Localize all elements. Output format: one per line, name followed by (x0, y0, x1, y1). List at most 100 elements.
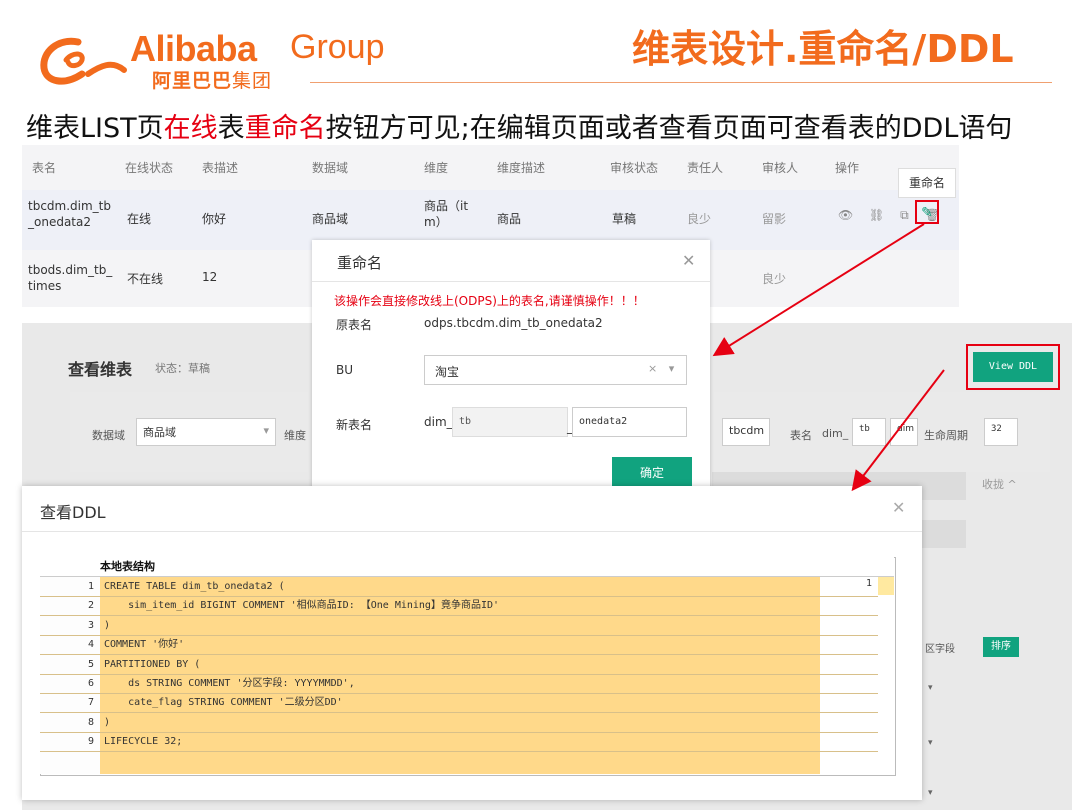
ddl-code-line: ds STRING COMMENT '分区字段: YYYYMMDD', (104, 678, 355, 689)
ddl-code-line: sim_item_id BIGINT COMMENT '相似商品ID: 【One… (104, 600, 500, 611)
view-page-title: 查看维表 (68, 360, 133, 379)
line-number: 2 (87, 600, 94, 611)
ddl-right-value: 1 (866, 578, 873, 589)
ddl-section-label: 本地表结构 (100, 560, 155, 573)
new-name-mid-input[interactable]: tb (452, 407, 568, 437)
rename-tooltip: 重命名 (898, 168, 956, 198)
modal-divider (312, 281, 710, 282)
line-number: 5 (87, 659, 94, 670)
col-header: 表名 (32, 161, 57, 175)
table-cell[interactable]: tbods.dim_tb_ times (28, 262, 112, 294)
partition-field-label: 区字段 (925, 644, 955, 655)
col-header: 责任人 (687, 161, 724, 175)
table-cell: 12 (202, 270, 218, 284)
data-domain-value: 商品域 (143, 426, 176, 439)
line-separator (40, 751, 878, 752)
table-cell: 良少 (762, 272, 787, 286)
ddl-code-line: CREATE TABLE dim_tb_onedata2 ( (104, 581, 285, 592)
line-number: 4 (87, 639, 94, 650)
subtitle-part: 表 (217, 113, 245, 144)
chevron-down-icon: ▾ (263, 424, 269, 437)
subtitle-part: 维表LIST页 (26, 113, 164, 144)
table-cell[interactable]: tbcdm.dim_tb _onedata2 (28, 198, 111, 230)
table-cell: 商品域 (312, 212, 349, 226)
table-cell: 商品（it m） (424, 199, 469, 229)
line-number: 3 (87, 620, 94, 631)
rename-warning: 该操作会直接修改线上(ODPS)上的表名,请谨慎操作！！！ (334, 294, 645, 308)
table-name-mid-input[interactable]: tb (852, 418, 886, 446)
chevron-down-icon[interactable]: ▾ (928, 683, 933, 693)
subtitle-highlight-online: 在线 (163, 113, 218, 144)
logo-cn-bold: 阿里巴巴 (152, 70, 233, 92)
orig-name-label: 原表名 (336, 318, 373, 332)
ddl-code-line: cate_flag STRING COMMENT '二级分区DD' (104, 697, 343, 708)
table-cell: 商品 (497, 212, 522, 226)
placeholder-field[interactable] (920, 520, 966, 548)
line-number: 1 (87, 581, 94, 592)
subtitle-part: 按钮方可见;在编辑页面或者查看页面可查看表的DDL语句 (325, 113, 1013, 144)
table-name-prefix: dim_ (822, 427, 849, 440)
line-separator (40, 712, 878, 713)
chevron-down-icon[interactable]: ▾ (928, 738, 933, 748)
rename-edit-icon[interactable]: ✎ (915, 200, 939, 224)
data-domain-label: 数据域 (92, 429, 125, 442)
confirm-button[interactable]: 确定 (612, 457, 692, 489)
table-cell: 不在线 (127, 272, 164, 286)
table-name-end-input[interactable]: dim (890, 418, 918, 446)
new-name-end-input[interactable]: onedata2 (572, 407, 687, 437)
col-header: 操作 (835, 161, 860, 175)
table-cell: 草稿 (612, 212, 637, 226)
ddl-code-line: PARTITIONED BY ( (104, 659, 201, 670)
line-number: 8 (87, 717, 94, 728)
close-icon[interactable]: ✕ (682, 251, 695, 270)
line-number: 6 (87, 678, 94, 689)
ddl-code-line: COMMENT '你好' (104, 639, 185, 650)
table-cell: 在线 (127, 212, 152, 226)
col-header: 维度描述 (497, 161, 546, 175)
sort-button[interactable]: 排序 (983, 637, 1019, 657)
dimension-label: 维度 (284, 429, 306, 442)
col-header: 审核状态 (610, 161, 659, 175)
ddl-dialog-title: 查看DDL (40, 503, 106, 522)
ddl-code-line: ) (104, 620, 111, 631)
clear-and-chevron-icon[interactable]: × ▾ (648, 362, 678, 375)
layer-input[interactable]: tbcdm (722, 418, 770, 446)
col-header: 审核人 (762, 161, 799, 175)
collapse-toggle[interactable]: 收拢 ^ (982, 476, 1017, 492)
orig-name-value: odps.tbcdm.dim_tb_onedata2 (424, 316, 603, 330)
view-ddl-highlight (966, 344, 1060, 390)
lifecycle-label: 生命周期 (924, 429, 968, 442)
chevron-down-icon[interactable]: ▾ (928, 788, 933, 798)
ddl-code-line: ) (104, 717, 111, 728)
line-number: 7 (87, 697, 94, 708)
logo-group-text: Group (290, 28, 385, 66)
rename-modal-title: 重命名 (337, 254, 383, 272)
col-header: 表描述 (202, 161, 239, 175)
data-domain-select[interactable]: 商品域 ▾ (136, 418, 276, 446)
table-cell: 良少 (687, 212, 712, 226)
col-header: 在线状态 (125, 161, 174, 175)
bu-label: BU (336, 363, 354, 377)
table-cell: 你好 (202, 212, 227, 226)
close-icon[interactable]: ✕ (892, 498, 905, 517)
slide-subtitle: 维表LIST页在线表重命名按钮方可见;在编辑页面或者查看页面可查看表的DDL语句 (26, 106, 1012, 145)
ddl-right-highlight (878, 577, 894, 595)
line-separator (40, 615, 878, 616)
view-page-status: 状态：草稿 (155, 362, 210, 375)
header-divider (310, 82, 1052, 83)
line-number: 9 (87, 736, 94, 747)
ddl-panel-header (40, 557, 894, 577)
dialog-divider (22, 531, 922, 532)
col-header: 维度 (424, 161, 449, 175)
ddl-code-line: LIFECYCLE 32; (104, 736, 183, 747)
new-name-label: 新表名 (336, 418, 373, 432)
table-cell: 留影 (762, 212, 787, 226)
col-header: 数据域 (312, 161, 349, 175)
ddl-right-column (820, 577, 878, 774)
new-name-prefix: dim_ (424, 415, 453, 429)
subtitle-highlight-rename: 重命名 (244, 113, 326, 144)
slide-title: 维表设计.重命名/DDL (632, 27, 1014, 71)
alibaba-logo-icon (40, 37, 127, 85)
lifecycle-input[interactable]: 32 (984, 418, 1018, 446)
logo-cn-light: 集团 (232, 70, 273, 92)
